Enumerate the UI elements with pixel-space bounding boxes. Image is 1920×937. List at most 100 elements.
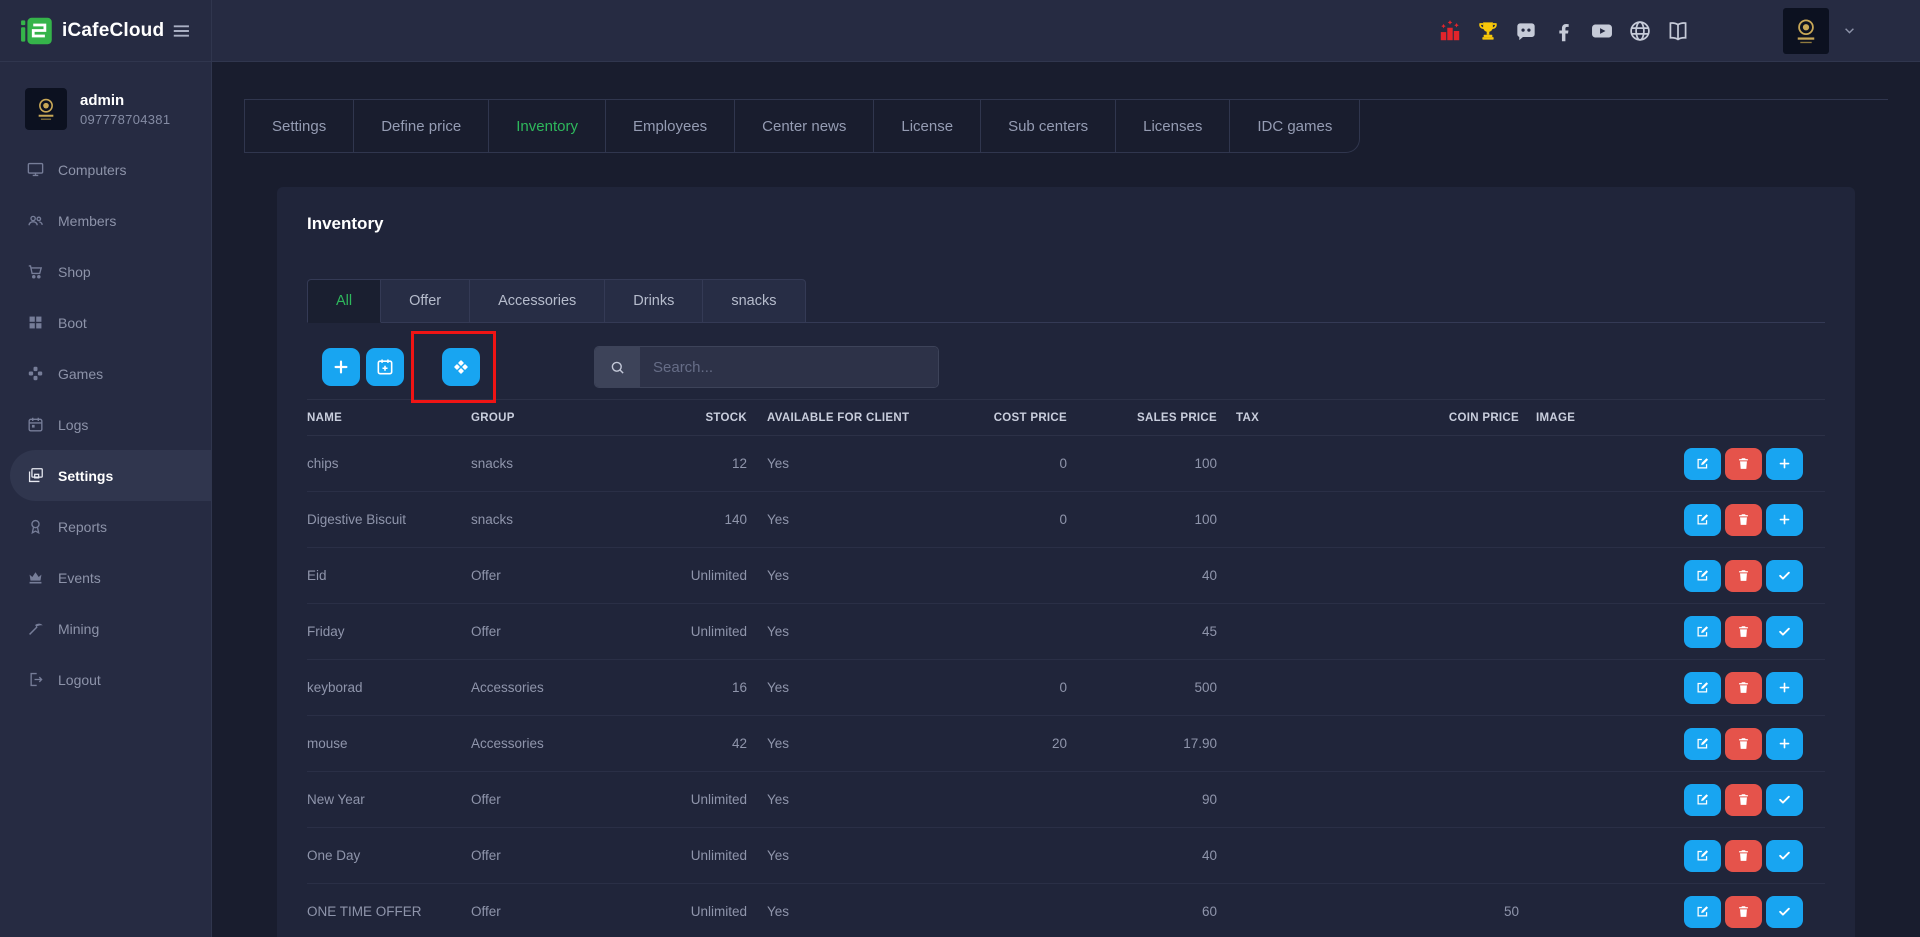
edit-icon (1695, 904, 1710, 919)
inventory-group-tabs: AllOfferAccessoriesDrinkssnacks (307, 279, 1825, 323)
ranking-icon[interactable] (1437, 18, 1463, 44)
group-tab-snacks[interactable]: snacks (703, 279, 805, 323)
column-header-coin-price: COIN PRICE (1422, 400, 1519, 436)
facebook-icon[interactable] (1551, 18, 1577, 44)
edit-button[interactable] (1684, 896, 1721, 928)
sidebar-item-settings[interactable]: Settings (10, 450, 211, 501)
app-logo-icon (20, 16, 56, 46)
group-tab-accessories[interactable]: Accessories (470, 279, 605, 323)
cell-name: Digestive Biscuit (307, 492, 471, 548)
delete-button[interactable] (1725, 784, 1762, 816)
book-icon[interactable] (1665, 18, 1691, 44)
trash-icon (1736, 568, 1751, 583)
tab-license[interactable]: License (874, 100, 981, 153)
delete-button[interactable] (1725, 672, 1762, 704)
table-row: EidOfferUnlimitedYes40 (307, 548, 1825, 604)
add-stock-button[interactable] (1766, 504, 1803, 536)
trash-icon (1736, 792, 1751, 807)
sidebar-item-label: Computers (58, 162, 126, 178)
cell-group: Offer (471, 772, 641, 828)
youtube-icon[interactable] (1589, 18, 1615, 44)
cell-stock: 16 (641, 660, 747, 716)
tab-sub-centers[interactable]: Sub centers (981, 100, 1116, 153)
plus-icon (1777, 736, 1792, 751)
sidebar-item-logs[interactable]: Logs (0, 399, 211, 450)
add-button[interactable] (322, 348, 360, 386)
tab-center-news[interactable]: Center news (735, 100, 874, 153)
check-icon (1777, 848, 1792, 863)
delete-button[interactable] (1725, 560, 1762, 592)
edit-button[interactable] (1684, 784, 1721, 816)
add-stock-button[interactable] (1766, 672, 1803, 704)
column-header-tax: TAX (1217, 400, 1422, 436)
approve-button[interactable] (1766, 896, 1803, 928)
edit-button[interactable] (1684, 840, 1721, 872)
tab-employees[interactable]: Employees (606, 100, 735, 153)
user-avatar[interactable] (1783, 8, 1829, 54)
cell-coin (1422, 660, 1519, 716)
sidebar-item-boot[interactable]: Boot (0, 297, 211, 348)
approve-button[interactable] (1766, 560, 1803, 592)
approve-button[interactable] (1766, 784, 1803, 816)
tab-inventory[interactable]: Inventory (489, 100, 606, 153)
table-row: ONE TIME OFFEROfferUnlimitedYes6050 (307, 884, 1825, 937)
approve-button[interactable] (1766, 616, 1803, 648)
delete-button[interactable] (1725, 504, 1762, 536)
delete-button[interactable] (1725, 728, 1762, 760)
discord-icon[interactable] (1513, 18, 1539, 44)
delete-button[interactable] (1725, 448, 1762, 480)
trophy-icon[interactable] (1475, 18, 1501, 44)
table-row: keyboradAccessories16Yes0500 (307, 660, 1825, 716)
cell-coin: 50 (1422, 884, 1519, 937)
brand[interactable]: iCafeCloud (0, 0, 212, 61)
cell-actions (1619, 660, 1825, 716)
globe-icon[interactable] (1627, 18, 1653, 44)
sidebar-item-label: Shop (58, 264, 91, 280)
sidebar-item-mining[interactable]: Mining (0, 603, 211, 654)
trash-icon (1736, 456, 1751, 471)
sidebar-item-logout[interactable]: Logout (0, 654, 211, 705)
cell-name: chips (307, 436, 471, 492)
edit-button[interactable] (1684, 504, 1721, 536)
delete-button[interactable] (1725, 840, 1762, 872)
add-calendar-button[interactable] (366, 348, 404, 386)
chevron-down-icon[interactable] (1841, 22, 1858, 39)
group-tab-offer[interactable]: Offer (381, 279, 470, 323)
delete-button[interactable] (1725, 896, 1762, 928)
sidebar-item-shop[interactable]: Shop (0, 246, 211, 297)
sidebar-item-members[interactable]: Members (0, 195, 211, 246)
sidebar-item-reports[interactable]: Reports (0, 501, 211, 552)
add-stock-button[interactable] (1766, 728, 1803, 760)
cell-name: Eid (307, 548, 471, 604)
tab-licenses[interactable]: Licenses (1116, 100, 1230, 153)
group-tab-all[interactable]: All (307, 279, 381, 323)
games-icon (26, 364, 45, 383)
menu-toggle-button[interactable] (170, 18, 193, 44)
edit-button[interactable] (1684, 728, 1721, 760)
cell-cost: 20 (987, 716, 1067, 772)
cell-sales: 90 (1067, 772, 1217, 828)
tab-idc-games[interactable]: IDC games (1230, 100, 1360, 153)
group-tab-drinks[interactable]: Drinks (605, 279, 703, 323)
edit-button[interactable] (1684, 616, 1721, 648)
sidebar-item-games[interactable]: Games (0, 348, 211, 399)
approve-button[interactable] (1766, 840, 1803, 872)
grid-button[interactable] (442, 348, 480, 386)
sidebar-item-computers[interactable]: Computers (0, 144, 211, 195)
search-input[interactable] (640, 347, 938, 387)
tab-define-price[interactable]: Define price (354, 100, 489, 153)
delete-button[interactable] (1725, 616, 1762, 648)
edit-button[interactable] (1684, 672, 1721, 704)
sidebar-item-label: Settings (58, 468, 113, 484)
cell-actions (1619, 828, 1825, 884)
edit-button[interactable] (1684, 560, 1721, 592)
logout-icon (26, 670, 45, 689)
inventory-card: Inventory AllOfferAccessoriesDrinkssnack… (277, 187, 1855, 937)
edit-button[interactable] (1684, 448, 1721, 480)
tab-settings[interactable]: Settings (244, 100, 354, 153)
add-stock-button[interactable] (1766, 448, 1803, 480)
cell-coin (1422, 604, 1519, 660)
cell-available: Yes (747, 884, 987, 937)
trash-icon (1736, 624, 1751, 639)
sidebar-item-events[interactable]: Events (0, 552, 211, 603)
